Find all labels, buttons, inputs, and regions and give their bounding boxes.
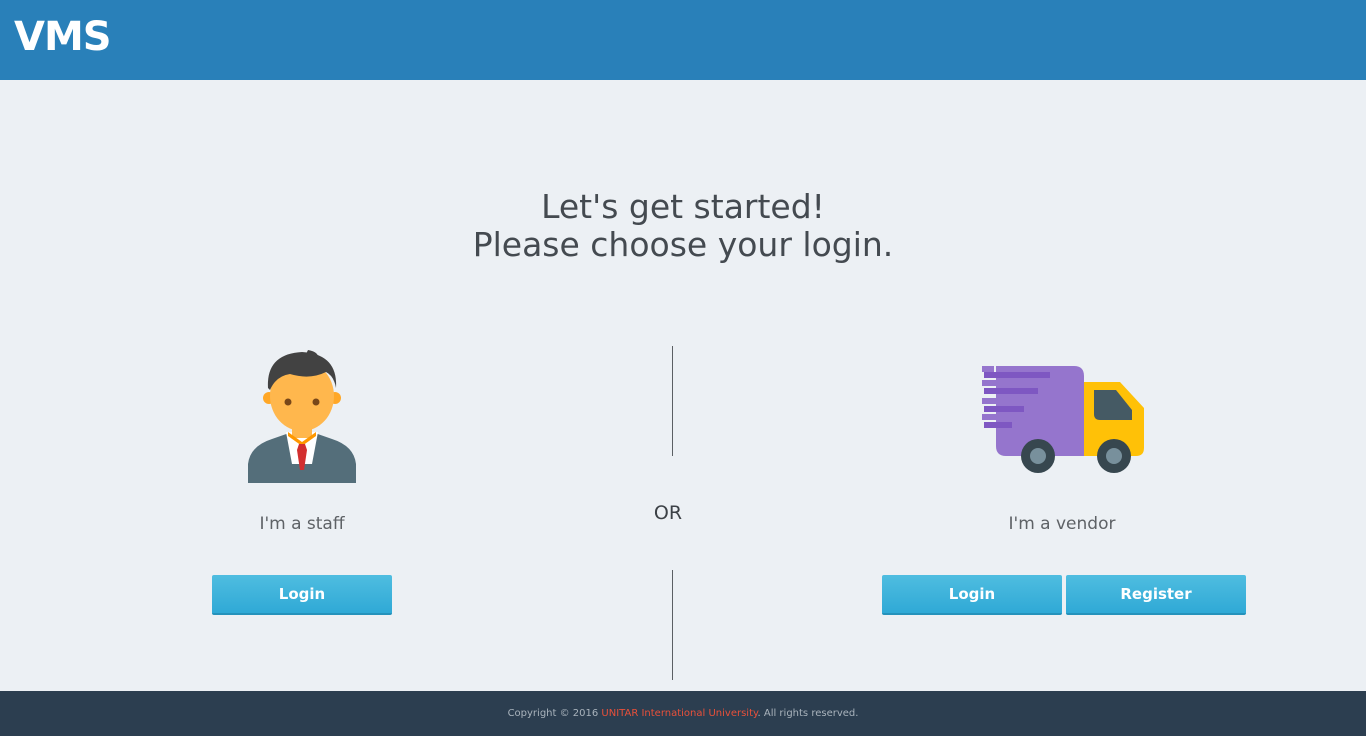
footer-copyright-prefix: Copyright © 2016	[507, 708, 602, 719]
heading-line-1: Let's get started!	[541, 187, 825, 226]
brand-logo-link[interactable]: VMS	[14, 14, 112, 60]
delivery-truck-icon	[982, 366, 1144, 473]
vendor-register-button[interactable]: Register	[1066, 575, 1246, 615]
vendor-login-button[interactable]: Login	[882, 575, 1062, 615]
top-navbar: VMS	[0, 0, 1366, 80]
footer-university-link[interactable]: UNITAR International University	[601, 708, 757, 719]
footer-copyright-suffix: . All rights reserved.	[757, 708, 859, 719]
staff-login-button[interactable]: Login	[212, 575, 392, 615]
staff-person-icon	[248, 350, 356, 483]
divider-line-top	[672, 346, 673, 456]
or-divider-text: OR	[653, 502, 683, 524]
heading-line-2: Please choose your login.	[472, 225, 894, 264]
staff-label: I'm a staff	[259, 514, 345, 534]
divider-line-bottom	[672, 570, 673, 680]
footer: Copyright © 2016 UNITAR International Un…	[0, 691, 1366, 736]
vendor-label: I'm a vendor	[1008, 514, 1116, 534]
page-heading: Let's get started! Please choose your lo…	[0, 188, 1366, 264]
